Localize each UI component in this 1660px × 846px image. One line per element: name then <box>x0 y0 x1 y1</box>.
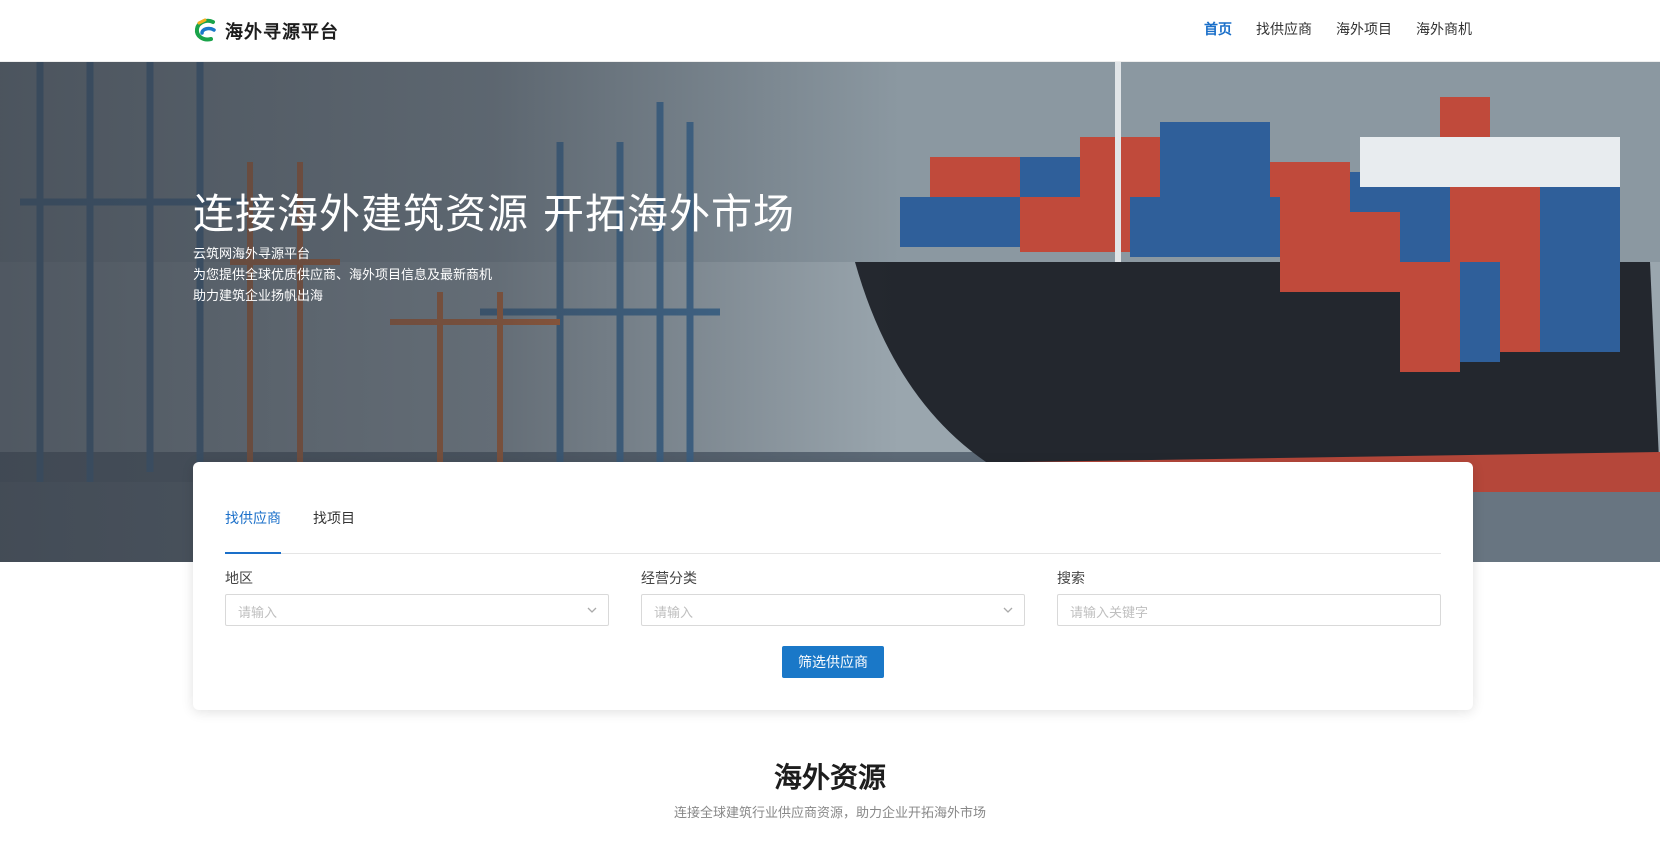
search-card: 找供应商 找项目 地区 请输入 经营分类 请输入 搜索 请输入关键字 筛选供应商 <box>193 462 1473 710</box>
category-label: 经营分类 <box>641 571 697 587</box>
nav-home[interactable]: 首页 <box>1204 19 1232 39</box>
region-label: 地区 <box>225 571 253 587</box>
nav-suppliers[interactable]: 找供应商 <box>1256 19 1312 39</box>
hero-line: 助力建筑企业扬帆出海 <box>193 289 324 304</box>
nav-overseas-opportunities[interactable]: 海外商机 <box>1416 19 1472 39</box>
region-select[interactable]: 请输入 <box>225 594 609 626</box>
section-title: 海外资源 <box>773 761 886 794</box>
nav-overseas-projects[interactable]: 海外项目 <box>1336 19 1392 39</box>
category-field: 经营分类 请输入 <box>641 568 1025 626</box>
category-select[interactable]: 请输入 <box>641 594 1025 626</box>
search-tabs: 找供应商 找项目 <box>225 506 1441 554</box>
hero-line: 为您提供全球优质供应商、海外项目信息及最新商机 <box>193 268 493 283</box>
top-navbar: 海外寻源平台 首页 找供应商 海外项目 海外商机 <box>0 0 1660 62</box>
tab-find-supplier[interactable]: 找供应商 <box>225 506 281 554</box>
keyword-input[interactable]: 请输入关键字 <box>1057 594 1441 626</box>
filter-suppliers-button[interactable]: 筛选供应商 <box>782 646 884 678</box>
region-placeholder: 请输入 <box>238 606 278 621</box>
region-field: 地区 请输入 <box>225 568 609 626</box>
main-nav: 首页 找供应商 海外项目 海外商机 <box>1204 19 1472 39</box>
chevron-down-icon <box>587 607 597 613</box>
keyword-field: 搜索 请输入关键字 <box>1057 568 1441 626</box>
section-subtitle: 连接全球建筑行业供应商资源，助力企业开拓海外市场 <box>673 806 986 821</box>
category-placeholder: 请输入 <box>654 606 694 621</box>
keyword-placeholder: 请输入关键字 <box>1070 606 1149 621</box>
brand-name: 海外寻源平台 <box>225 22 339 43</box>
logo-icon <box>194 18 216 42</box>
hero-title: 连接海外建筑资源 开拓海外市场 <box>193 190 796 238</box>
tab-find-project[interactable]: 找项目 <box>313 506 355 554</box>
chevron-down-icon <box>1003 607 1013 613</box>
hero-line: 云筑网海外寻源平台 <box>193 247 311 262</box>
keyword-label: 搜索 <box>1057 571 1085 587</box>
brand-logo[interactable]: 海外寻源平台 <box>193 15 339 47</box>
hero-description: 云筑网海外寻源平台 为您提供全球优质供应商、海外项目信息及最新商机 助力建筑企业… <box>193 244 492 307</box>
